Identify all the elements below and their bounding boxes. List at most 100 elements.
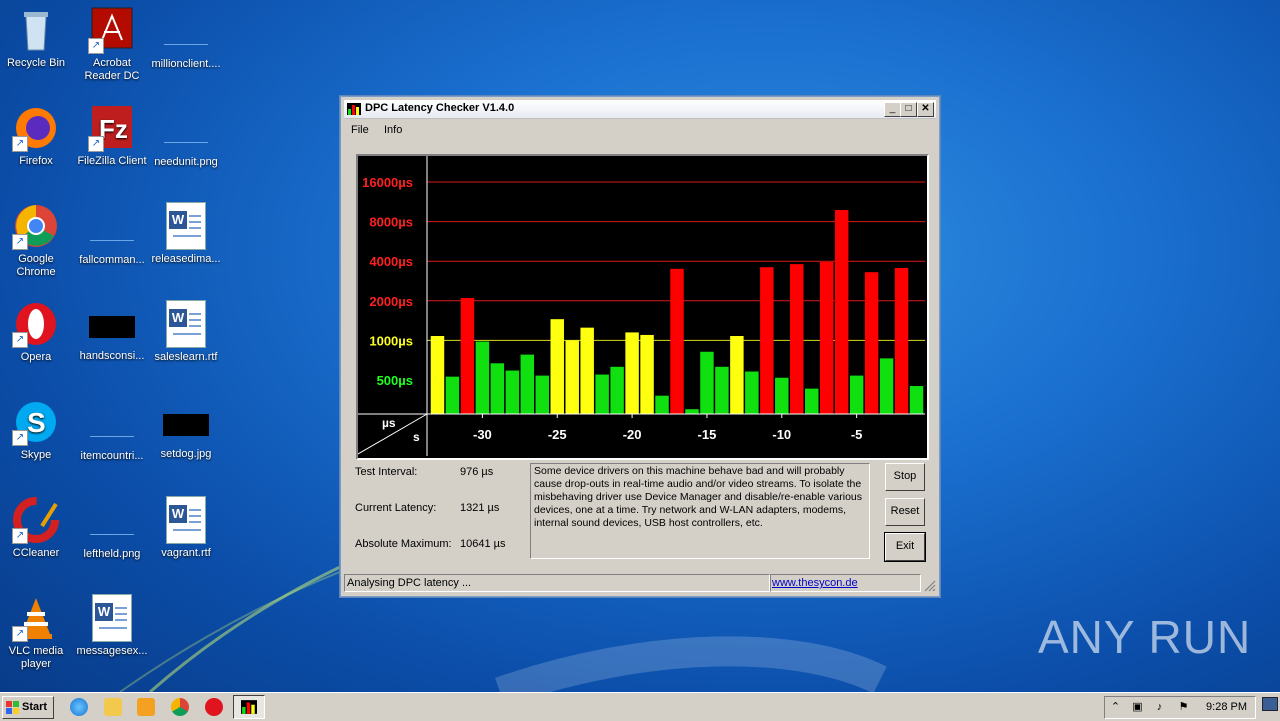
x-tick-label: -25 — [548, 427, 567, 442]
bar — [625, 332, 639, 414]
desktop-icon-acrobat[interactable]: ↗ Acrobat Reader DC — [76, 6, 148, 83]
menu-file[interactable]: File — [351, 124, 369, 136]
windows-flag-icon — [6, 701, 19, 714]
bar — [745, 371, 759, 414]
file-thumbnail-icon — [89, 316, 135, 338]
action-center-flag-icon[interactable]: ⚑ — [1177, 701, 1190, 714]
y-tick-label: 1000µs — [369, 333, 413, 348]
vlc-icon: ↗ — [12, 594, 60, 642]
desktop-icon-firefox[interactable]: ↗ Firefox — [0, 104, 72, 168]
shortcut-arrow-icon: ↗ — [88, 38, 104, 54]
bar — [775, 377, 789, 414]
start-button[interactable]: Start — [2, 696, 54, 719]
bar — [535, 375, 550, 414]
desktop-icon-recycle-bin[interactable]: Recycle Bin — [0, 6, 72, 70]
bar — [834, 210, 849, 414]
desktop-icon-leftheld[interactable]: leftheld.png — [76, 496, 148, 561]
dpc-latency-window: DPC Latency Checker V1.4.0 _ □ ✕ File In… — [340, 96, 940, 597]
bar — [565, 340, 579, 414]
desktop-icon-itemcountri[interactable]: itemcountri... — [76, 398, 148, 463]
internet-explorer-icon[interactable] — [70, 698, 88, 716]
shortcut-arrow-icon: ↗ — [88, 136, 104, 152]
filezilla-icon: Fz ↗ — [88, 104, 136, 152]
menu-info[interactable]: Info — [384, 124, 402, 136]
bar — [520, 354, 535, 414]
chrome-taskbar-icon[interactable] — [171, 698, 189, 716]
clock[interactable]: 9:28 PM — [1206, 701, 1247, 713]
show-desktop-button[interactable] — [1262, 697, 1278, 711]
show-hidden-icons-icon[interactable]: ⌃ — [1109, 701, 1122, 714]
word-document-icon: W — [166, 496, 206, 544]
taskbar: Start ⌃ ▣ ♪ ⚑ 9:28 PM — [0, 692, 1280, 721]
status-link-panel: www.thesycon.de — [770, 574, 921, 592]
desktop-icon-vlc[interactable]: ↗ VLC media player — [0, 594, 72, 671]
app-bars-icon — [347, 103, 361, 115]
x-tick-label: -10 — [772, 427, 791, 442]
y-tick-label: 8000µs — [369, 215, 413, 230]
bar — [640, 334, 654, 414]
file-explorer-icon[interactable] — [104, 698, 122, 716]
desktop-icon-setdog[interactable]: setdog.jpg — [150, 398, 222, 461]
latency-chart-frame: 16000µs 8000µs 4000µs 2000µs 1000µs 500µs µs s -… — [356, 154, 929, 460]
desktop-icon-filezilla[interactable]: Fz ↗ FileZilla Client — [76, 104, 148, 168]
bar — [819, 261, 834, 414]
taskbar-item-dpc-latency[interactable] — [233, 695, 265, 719]
anyrun-watermark: ANY RUN — [1038, 611, 1252, 663]
network-icon[interactable]: ▣ — [1131, 701, 1144, 714]
website-link[interactable]: www.thesycon.de — [772, 577, 858, 589]
current-latency-value: 1321 µs — [460, 502, 500, 514]
bar — [460, 298, 475, 414]
media-player-icon[interactable] — [137, 698, 155, 716]
x-unit-label: s — [413, 430, 420, 444]
absolute-max-label: Absolute Maximum: — [355, 538, 452, 550]
x-tick-label: -30 — [473, 427, 492, 442]
firefox-icon: ↗ — [12, 104, 60, 152]
volume-icon[interactable]: ♪ — [1153, 701, 1166, 714]
x-tick-label: -5 — [851, 427, 863, 442]
minimize-button[interactable]: _ — [884, 102, 901, 117]
shortcut-arrow-icon: ↗ — [12, 332, 28, 348]
desktop-icon-opera[interactable]: ↗ Opera — [0, 300, 72, 364]
stop-button[interactable]: Stop — [885, 463, 925, 491]
resize-grip-icon[interactable] — [922, 578, 936, 592]
word-document-icon: W — [166, 202, 206, 250]
test-interval-label: Test Interval: — [355, 466, 418, 478]
bar — [909, 386, 924, 414]
opera-icon: ↗ — [12, 300, 60, 348]
desktop-icon-saleslearn[interactable]: W saleslearn.rtf — [150, 300, 222, 364]
file-icon — [90, 412, 134, 437]
y-tick-label: 16000µs — [362, 175, 413, 190]
shortcut-arrow-icon: ↗ — [12, 136, 28, 152]
desktop-icon-skype[interactable]: S ↗ Skype — [0, 398, 72, 462]
bar — [610, 366, 624, 414]
shortcut-arrow-icon: ↗ — [12, 626, 28, 642]
file-icon — [90, 510, 134, 535]
file-icon — [164, 20, 208, 45]
bar — [700, 351, 714, 414]
desktop-icon-millionclient[interactable]: millionclient.... — [150, 6, 222, 71]
opera-taskbar-icon[interactable] — [205, 698, 223, 716]
desktop-icon-handsconsi[interactable]: handsconsi... — [76, 300, 148, 363]
bar — [715, 366, 729, 414]
desktop-icon-releasedima[interactable]: W releasedima... — [150, 202, 222, 266]
bar — [445, 376, 460, 414]
desktop-icon-ccleaner[interactable]: ↗ CCleaner — [0, 496, 72, 560]
desktop-icon-messagesex[interactable]: W messagesex... — [76, 594, 148, 658]
app-bars-icon — [241, 700, 257, 714]
acrobat-reader-icon: ↗ — [88, 6, 136, 54]
desktop-icon-vagrant[interactable]: W vagrant.rtf — [150, 496, 222, 560]
desktop-icon-chrome[interactable]: ↗ Google Chrome — [0, 202, 72, 279]
desktop-icon-needunit[interactable]: needunit.png — [150, 104, 222, 169]
bar — [894, 268, 909, 414]
svg-text:S: S — [27, 407, 46, 438]
reset-button[interactable]: Reset — [885, 498, 925, 526]
close-button[interactable]: ✕ — [917, 102, 934, 117]
bar — [655, 395, 669, 414]
exit-button[interactable]: Exit — [884, 532, 926, 562]
desktop-icon-fallcomman[interactable]: fallcomman... — [76, 202, 148, 267]
system-tray: ⌃ ▣ ♪ ⚑ 9:28 PM — [1104, 696, 1256, 719]
maximize-button[interactable]: □ — [900, 102, 917, 117]
y-unit-label: µs — [382, 416, 396, 430]
title-bar[interactable]: DPC Latency Checker V1.4.0 _ □ ✕ — [344, 100, 936, 119]
recycle-bin-icon — [12, 6, 60, 54]
